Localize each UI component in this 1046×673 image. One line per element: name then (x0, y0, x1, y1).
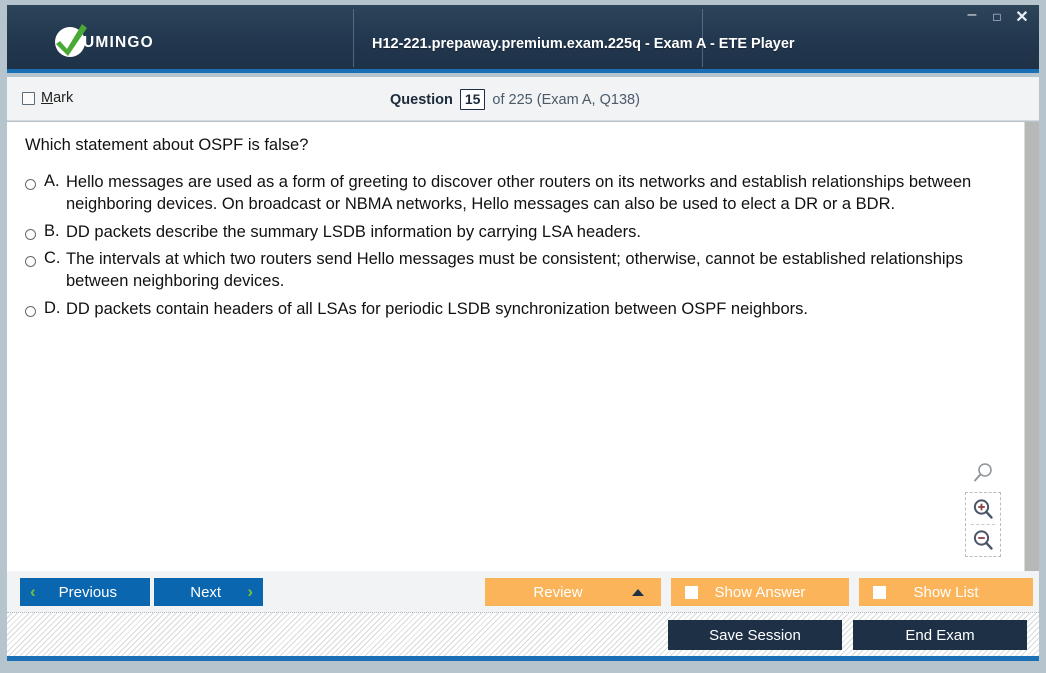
question-status-bar: Mark Question 15 of 225 (Exam A, Q138) (7, 77, 1039, 121)
show-list-checkbox-icon[interactable] (873, 586, 886, 599)
show-answer-button[interactable]: Show Answer (671, 578, 849, 606)
titlebar-divider-left (353, 9, 354, 67)
show-answer-button-label: Show Answer (714, 583, 806, 601)
zoom-out-icon[interactable] (970, 527, 996, 553)
zoom-tools (965, 460, 1001, 557)
mark-checkbox-box[interactable] (22, 91, 35, 105)
previous-button-label: Previous (58, 583, 118, 601)
caret-up-icon (632, 589, 644, 596)
title-bar: UMINGO H12-221.prepaway.premium.exam.225… (7, 5, 1039, 73)
radio-icon[interactable] (25, 305, 36, 317)
window-controls: – □ ✕ (964, 6, 1030, 25)
mark-label-rest: ark (53, 90, 74, 106)
zoom-reset-icon[interactable] (970, 460, 996, 486)
question-prompt: Which statement about OSPF is false? (25, 136, 309, 154)
show-answer-checkbox-icon[interactable] (685, 586, 698, 599)
answer-choice[interactable]: C. The intervals at which two routers sen… (25, 249, 1007, 293)
radio-icon[interactable] (25, 256, 36, 268)
review-button-label: Review (533, 583, 583, 601)
radio-icon[interactable] (25, 228, 36, 240)
save-session-button[interactable]: Save Session (668, 620, 842, 650)
answer-choice-letter: D. (44, 298, 61, 317)
zoom-in-icon[interactable] (970, 496, 996, 522)
answer-choice-text: DD packets contain headers of all LSAs f… (66, 299, 808, 318)
question-content-pane: Which statement about OSPF is false? A. H… (7, 122, 1039, 571)
next-button-label: Next (190, 583, 222, 601)
question-counter: Question 15 of 225 (Exam A, Q138) (390, 89, 640, 110)
footer-bar: Save Session End Exam (7, 613, 1039, 661)
previous-button[interactable]: ‹ Previous (20, 578, 150, 606)
logo-text: UMINGO (83, 34, 154, 51)
ete-player-window: UMINGO H12-221.prepaway.premium.exam.225… (0, 0, 1046, 673)
question-area: Which statement about OSPF is false? A. H… (7, 122, 1023, 571)
mark-question-checkbox[interactable]: Mark (22, 90, 73, 106)
answer-choice[interactable]: D. DD packets contain headers of all LSAs… (25, 299, 1007, 321)
navigation-button-bar: ‹ Previous Next › Review Show Answer Sho… (7, 571, 1039, 613)
zoom-panel-divider (971, 524, 995, 525)
answer-choice-text: The intervals at which two routers send … (66, 250, 963, 291)
minimize-icon[interactable]: – (964, 6, 980, 25)
window-title: H12-221.prepaway.premium.exam.225q - Exa… (372, 36, 795, 52)
vertical-scrollbar[interactable] (1024, 122, 1039, 571)
review-button[interactable]: Review (485, 578, 661, 606)
close-icon[interactable]: ✕ (1014, 9, 1030, 25)
answer-choice-letter: B. (44, 221, 60, 240)
answer-choice-letter: C. (44, 249, 61, 268)
show-list-button-label: Show List (913, 583, 979, 601)
mark-label: Mark (41, 90, 73, 106)
radio-icon[interactable] (25, 179, 36, 190)
answer-choice[interactable]: A. Hello messages are used as a form of g… (25, 172, 1007, 216)
zoom-panel (965, 492, 1001, 557)
maximize-icon[interactable]: □ (989, 9, 1005, 25)
end-exam-button[interactable]: End Exam (853, 620, 1027, 650)
question-number-input[interactable]: 15 (459, 89, 486, 110)
question-total-label: of 225 (Exam A, Q138) (492, 91, 640, 108)
chevron-right-icon: › (247, 582, 253, 601)
next-button[interactable]: Next › (154, 578, 263, 606)
check-circle-icon (55, 24, 87, 57)
question-word-label: Question (390, 91, 453, 108)
vumingo-logo: UMINGO (55, 24, 154, 57)
mark-accel-letter: M (41, 90, 54, 106)
answer-choice[interactable]: B. DD packets describe the summary LSDB i… (25, 222, 1007, 244)
answer-choice-text: DD packets describe the summary LSDB inf… (66, 222, 642, 241)
answer-choice-list: A. Hello messages are used as a form of g… (25, 172, 1007, 321)
answer-choice-text: Hello messages are used as a form of gre… (66, 173, 972, 213)
answer-choice-letter: A. (44, 172, 60, 190)
show-list-button[interactable]: Show List (859, 578, 1033, 606)
